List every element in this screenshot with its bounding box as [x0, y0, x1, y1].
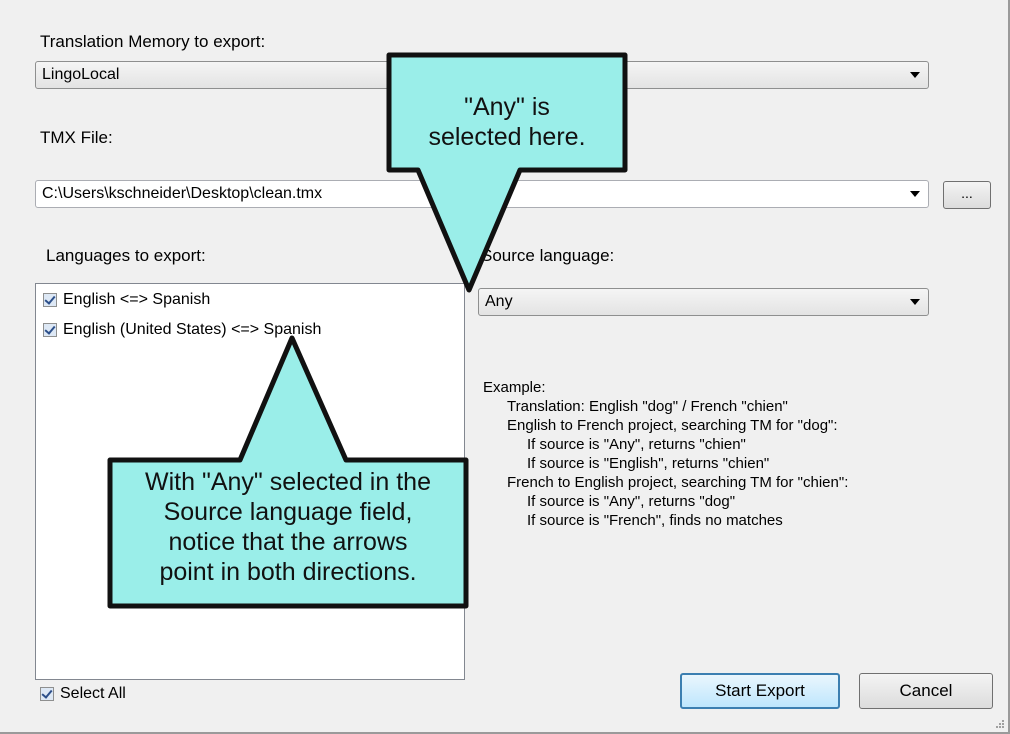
top-callout-text: "Any" is selected here. — [389, 92, 625, 152]
bottom-callout-text: With "Any" selected in the Source langua… — [110, 467, 466, 587]
top-callout-shape — [386, 52, 628, 293]
callout-line: notice that the arrows — [168, 528, 408, 556]
callout-line: point in both directions. — [159, 558, 417, 586]
callout-line: "Any" is — [464, 93, 550, 121]
callout-line: With "Any" selected in the — [145, 468, 431, 496]
callout-line: selected here. — [428, 123, 586, 151]
callout-line: Source language field, — [163, 498, 413, 526]
